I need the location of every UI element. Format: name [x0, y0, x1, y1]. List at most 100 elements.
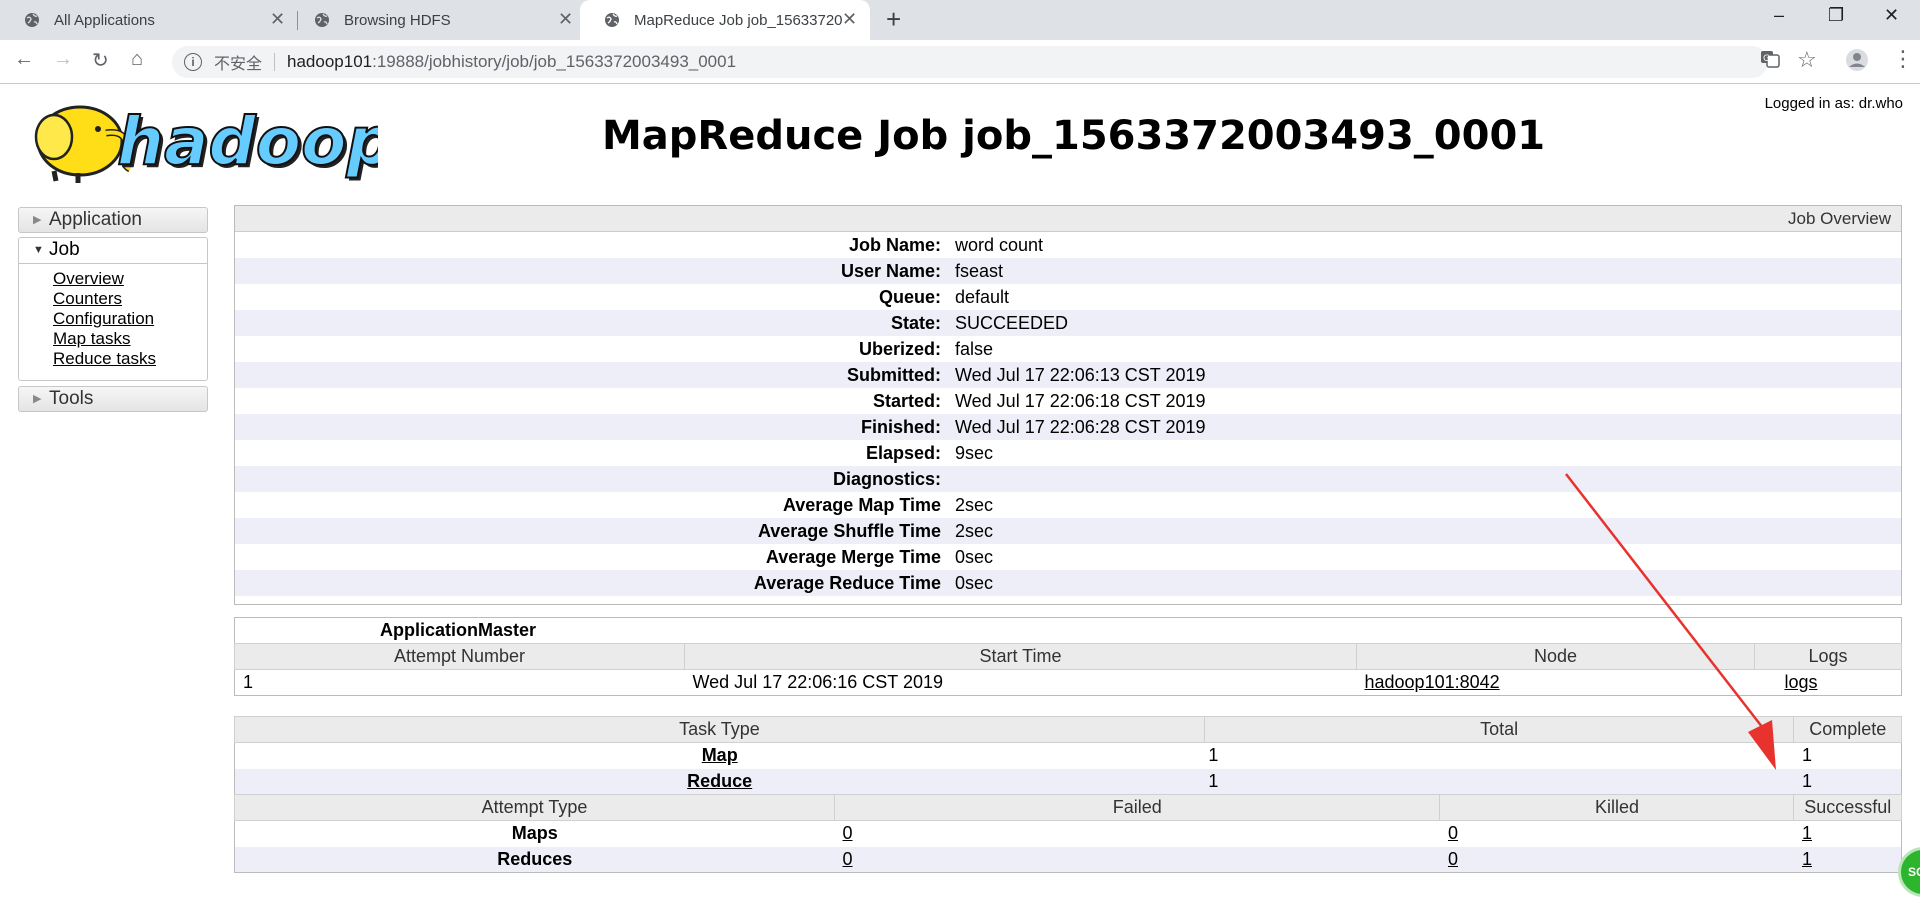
tab-browsing-hdfs[interactable]: Browsing HDFS ✕: [290, 0, 582, 40]
collapsed-triangle-icon: ▶: [33, 393, 42, 405]
nav-tools[interactable]: ▶ Tools: [18, 386, 208, 412]
overview-key: State:: [890, 312, 941, 333]
translate-icon[interactable]: G: [1760, 49, 1780, 75]
logged-in-label: Logged in as: dr.who: [1764, 95, 1903, 112]
overview-key: Elapsed:: [865, 442, 941, 463]
nav-job[interactable]: ▼ Job: [19, 238, 207, 264]
killed-link[interactable]: 0: [1448, 823, 1458, 843]
logo-wordmark: hadoop: [117, 103, 378, 180]
url-host: hadoop101: [287, 52, 373, 71]
reload-icon[interactable]: ↻: [92, 48, 109, 73]
table-row: Reduces 0 0 1: [234, 846, 1902, 873]
complete-value: 1: [1801, 770, 1812, 791]
overview-row: User Name: fseast: [235, 258, 1901, 284]
info-icon[interactable]: i: [184, 53, 202, 71]
overview-value: Wed Jul 17 22:06:28 CST 2019: [955, 416, 1206, 437]
column-header: Failed: [833, 794, 1441, 821]
failed-link[interactable]: 0: [843, 849, 853, 869]
divider: [274, 53, 276, 71]
browser-toolbar: ← → ↻ ⌂ i 不安全 hadoop101:19888/jobhistory…: [0, 40, 1920, 84]
logs-link[interactable]: logs: [1785, 672, 1818, 692]
close-icon[interactable]: ✕: [270, 9, 285, 30]
page: hadoop hadoop Logged in as: dr.who MapRe…: [0, 85, 1920, 897]
nav-job-label: Job: [49, 239, 80, 260]
tab-mapreduce-job[interactable]: MapReduce Job job_15633720 ✕: [580, 0, 870, 40]
overview-value: Wed Jul 17 22:06:13 CST 2019: [955, 364, 1206, 385]
table-row: Reduce 1 1: [234, 768, 1902, 795]
task-type-map-link[interactable]: Map: [702, 745, 738, 765]
nav-application[interactable]: ▶ Application: [18, 207, 208, 233]
total-value: 1: [1208, 770, 1219, 791]
overview-key: Average Reduce Time: [753, 572, 941, 593]
page-title: MapReduce Job job_1563372003493_0001: [602, 113, 1546, 159]
menu-icon[interactable]: ⋮: [1892, 46, 1914, 72]
new-tab-button[interactable]: +: [886, 4, 901, 35]
start-time: Wed Jul 17 22:06:16 CST 2019: [692, 672, 944, 692]
nav-application-label: Application: [49, 209, 142, 230]
close-icon[interactable]: ✕: [558, 9, 573, 30]
tab-title: Browsing HDFS: [344, 11, 451, 29]
attempt-type: Reduces: [497, 848, 573, 869]
tab-all-applications[interactable]: All Applications ✕: [0, 0, 292, 40]
attempt-type: Maps: [511, 823, 558, 844]
overview-key: Started:: [872, 390, 941, 411]
attempt-number: 1: [243, 672, 254, 692]
close-icon[interactable]: ✕: [842, 9, 857, 30]
tab-title: All Applications: [54, 11, 155, 29]
overview-key: Queue:: [878, 286, 941, 307]
overview-value: default: [955, 286, 1010, 307]
forward-icon[interactable]: →: [53, 48, 73, 71]
overview-value: SUCCEEDED: [955, 312, 1069, 333]
overview-key: Average Map Time: [782, 494, 941, 515]
nav-link-map-tasks[interactable]: Map tasks: [53, 329, 207, 349]
overview-key: Job Name:: [848, 234, 941, 255]
minimize-button[interactable]: –: [1774, 5, 1784, 26]
bookmark-star-icon[interactable]: ☆: [1797, 47, 1817, 73]
expanded-triangle-icon: ▼: [33, 244, 44, 256]
overview-value: fseast: [955, 260, 1004, 281]
column-header: Task Type: [234, 716, 1205, 743]
successful-link[interactable]: 1: [1802, 849, 1812, 869]
home-icon[interactable]: ⌂: [131, 48, 143, 71]
successful-link[interactable]: 1: [1802, 823, 1812, 843]
overview-row: State: SUCCEEDED: [235, 310, 1901, 336]
killed-link[interactable]: 0: [1448, 849, 1458, 869]
table-row: Maps 0 0 1: [235, 821, 1902, 847]
nav-link-reduce-tasks[interactable]: Reduce tasks: [53, 349, 207, 369]
maximize-button[interactable]: ❐: [1828, 5, 1844, 26]
url-path: :19888/jobhistory/job/job_1563372003493_…: [372, 52, 737, 71]
nav-link-overview[interactable]: Overview: [53, 269, 207, 289]
back-icon[interactable]: ←: [14, 48, 34, 71]
collapsed-triangle-icon: ▶: [33, 214, 42, 226]
complete-value: 1: [1801, 745, 1812, 766]
column-header: Killed: [1439, 794, 1795, 821]
column-header: Attempt Number: [234, 643, 685, 670]
job-overview-header: Job Overview: [235, 206, 1901, 232]
nav-tools-label: Tools: [49, 388, 94, 409]
security-label[interactable]: 不安全: [214, 50, 262, 74]
globe-icon: [25, 13, 39, 27]
tab-title: MapReduce Job job_15633720: [634, 11, 843, 29]
close-window-button[interactable]: ✕: [1884, 5, 1899, 26]
overview-row: Job Name: word count: [235, 232, 1901, 258]
nav-link-configuration[interactable]: Configuration: [53, 309, 207, 329]
overview-row: Elapsed: 9sec: [235, 440, 1901, 466]
annotation-arrow: [1565, 473, 1776, 770]
tab-bar: All Applications ✕ Browsing HDFS ✕ MapRe…: [0, 0, 1920, 40]
overview-row: Finished: Wed Jul 17 22:06:28 CST 2019: [235, 414, 1901, 440]
overview-key: Finished:: [861, 416, 941, 437]
overview-key: Uberized:: [858, 338, 941, 359]
profile-avatar-icon[interactable]: [1845, 48, 1869, 78]
hadoop-logo: hadoop hadoop: [34, 102, 378, 183]
address-bar[interactable]: i 不安全 hadoop101:19888/jobhistory/job/job…: [172, 46, 1768, 78]
nav-link-counters[interactable]: Counters: [53, 289, 207, 309]
column-header: Attempt Type: [234, 794, 835, 821]
overview-row: Queue: default: [235, 284, 1901, 310]
globe-icon: [605, 13, 619, 27]
overview-value: Wed Jul 17 22:06:18 CST 2019: [955, 390, 1206, 411]
nav-job-panel: ▼ Job Overview Counters Configuration Ma…: [18, 237, 208, 381]
column-header: Successful: [1793, 794, 1902, 821]
failed-link[interactable]: 0: [843, 823, 853, 843]
node-link[interactable]: hadoop101:8042: [1365, 672, 1500, 692]
task-type-reduce-link[interactable]: Reduce: [687, 771, 752, 791]
